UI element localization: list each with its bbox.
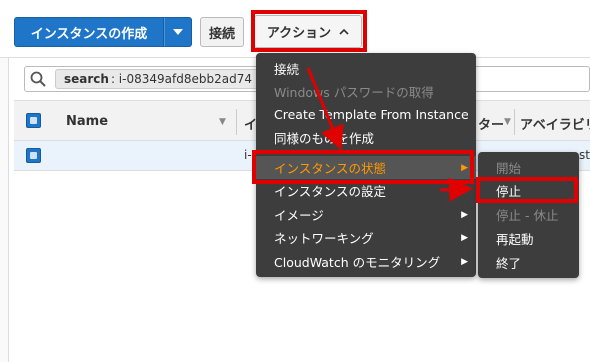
row-checkbox[interactable] <box>26 148 41 163</box>
left-gutter <box>0 58 9 362</box>
row-az-partial: st <box>579 148 590 162</box>
menu-item-create-template[interactable]: Create Template From Instance <box>256 103 476 126</box>
menu-item-label: 開始 <box>496 161 522 176</box>
menu-item-label: 停止 <box>496 184 522 199</box>
menu-item-networking[interactable]: ネットワーキング ▶ <box>256 226 476 249</box>
menu-item-label: 停止 - 休止 <box>496 208 559 223</box>
row-instance-id-partial: i- <box>244 148 252 162</box>
menu-item-label: 終了 <box>496 256 522 271</box>
column-header-name[interactable]: Name <box>66 114 108 129</box>
submenu-arrow-icon: ▶ <box>461 185 468 196</box>
create-instance-button[interactable]: インスタンスの作成 <box>14 17 164 47</box>
search-icon <box>25 67 51 91</box>
menu-item-connect[interactable]: 接続 <box>256 57 476 80</box>
actions-button[interactable]: アクション <box>254 15 362 48</box>
chevron-up-icon <box>339 28 349 35</box>
menu-item-label: Windows パスワードの取得 <box>274 85 434 100</box>
submenu-arrow-icon: ▶ <box>461 162 468 173</box>
menu-item-label: イメージ <box>274 208 324 223</box>
column-separator <box>514 109 515 135</box>
menu-item-label: 同様のものを作成 <box>274 131 375 146</box>
submenu-item-reboot[interactable]: 再起動 <box>478 227 579 250</box>
select-all-checkbox[interactable] <box>26 113 41 128</box>
actions-menu: 接続 Windows パスワードの取得 Create Template From… <box>256 53 476 277</box>
submenu-arrow-icon: ▶ <box>461 209 468 220</box>
column-header-availability-zone[interactable]: アベイラビリ <box>520 114 590 133</box>
submenu-item-stop[interactable]: 停止 <box>478 179 579 202</box>
menu-item-get-windows-password[interactable]: Windows パスワードの取得 <box>256 80 476 103</box>
menu-item-launch-more-like-this[interactable]: 同様のものを作成 <box>256 126 476 149</box>
chevron-down-icon <box>173 29 183 35</box>
menu-item-label: インスタンスの状態 <box>274 161 387 176</box>
search-filter-chip[interactable]: search : i-08349afd8ebb2ad74 <box>55 69 261 89</box>
submenu-item-stop-hibernate[interactable]: 停止 - 休止 <box>478 203 579 226</box>
menu-item-instance-settings[interactable]: インスタンスの設定 ▶ <box>256 179 476 202</box>
sort-icon[interactable]: ▼ <box>504 117 511 127</box>
menu-item-instance-state[interactable]: インスタンスの状態 ▶ <box>256 156 476 179</box>
menu-item-label: Create Template From Instance <box>274 107 469 122</box>
sort-icon[interactable]: ▼ <box>219 117 226 127</box>
menu-item-image[interactable]: イメージ ▶ <box>256 203 476 226</box>
search-filter-value: : i-08349afd8ebb2ad74 <box>110 72 252 86</box>
column-header-state-partial[interactable]: ター <box>478 114 504 133</box>
create-instance-dropdown-button[interactable] <box>164 17 192 47</box>
connect-button[interactable]: 接続 <box>200 17 244 47</box>
actions-button-label: アクション <box>266 26 332 41</box>
submenu-item-start[interactable]: 開始 <box>478 156 579 179</box>
submenu-arrow-icon: ▶ <box>461 232 468 243</box>
menu-item-cloudwatch-monitoring[interactable]: CloudWatch のモニタリング ▶ <box>256 250 476 273</box>
submenu-item-terminate[interactable]: 終了 <box>478 251 579 274</box>
menu-item-label: 接続 <box>274 62 300 77</box>
submenu-arrow-icon: ▶ <box>461 256 468 267</box>
instance-state-submenu: 開始 停止 停止 - 休止 再起動 終了 <box>478 152 579 278</box>
column-separator <box>236 109 237 135</box>
search-filter-key: search <box>64 72 109 86</box>
menu-item-label: ネットワーキング <box>274 231 374 246</box>
menu-item-label: インスタンスの設定 <box>274 184 387 199</box>
menu-item-label: 再起動 <box>496 232 534 247</box>
menu-item-label: CloudWatch のモニタリング <box>274 255 441 270</box>
